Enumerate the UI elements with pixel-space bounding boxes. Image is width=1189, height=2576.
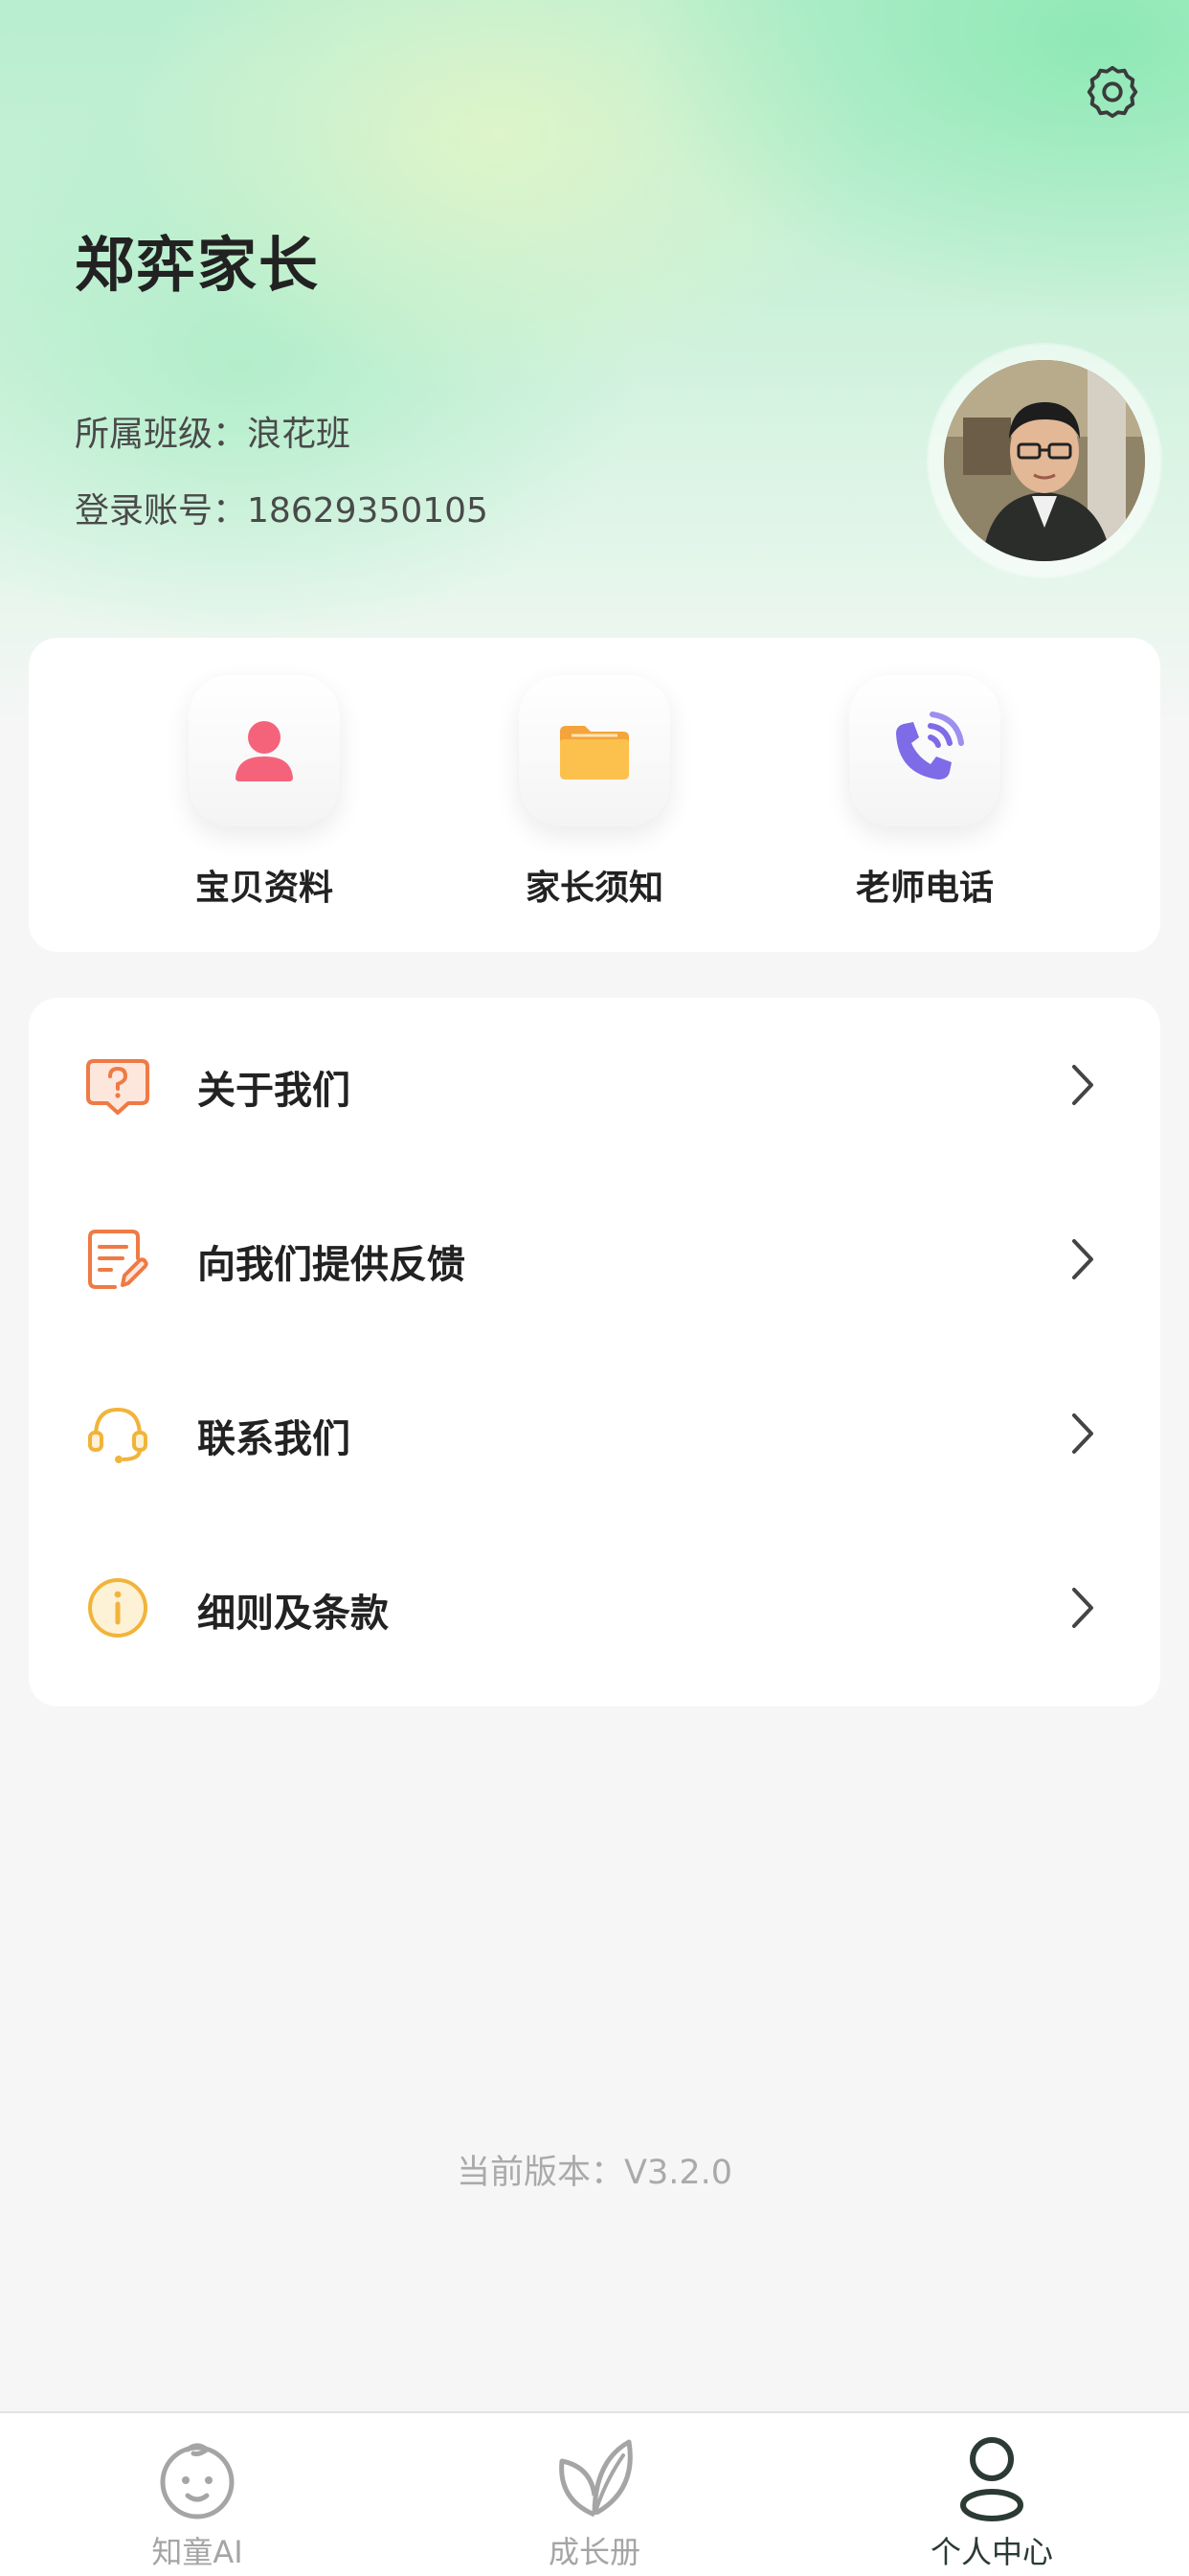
quick-action-baby-profile[interactable]: 宝贝资料: [121, 674, 408, 923]
tab-zhitong-ai[interactable]: 知童AI: [54, 2413, 341, 2576]
menu-card: 关于我们 向我们提供反馈 联系我们 细则及条款: [29, 998, 1160, 1706]
leaf-icon: [559, 2439, 633, 2518]
version-text: 当前版本：V3.2.0: [457, 2154, 732, 2192]
avatar[interactable]: [929, 345, 1160, 576]
edit-document-icon: [88, 1230, 148, 1289]
account-value: 18629350105: [247, 491, 488, 531]
menu-item-terms[interactable]: 细则及条款: [29, 1521, 1160, 1695]
quick-icon-box: [848, 674, 1001, 827]
account-info: 登录账号：18629350105: [75, 483, 488, 532]
menu-item-label: 联系我们: [197, 1417, 350, 1461]
menu-item-contact-us[interactable]: 联系我们: [29, 1346, 1160, 1521]
chevron-right-icon: [1072, 1065, 1093, 1105]
menu-item-about-us[interactable]: 关于我们: [29, 998, 1160, 1172]
menu-item-feedback[interactable]: 向我们提供反馈: [29, 1172, 1160, 1346]
user-name: 郑弈家长: [75, 230, 321, 300]
headset-icon: [88, 1407, 147, 1463]
quick-action-parent-notice[interactable]: 家长须知: [451, 674, 738, 923]
class-label: 所属班级：: [75, 415, 248, 454]
person-icon: [236, 721, 293, 781]
avatar-photo: [944, 360, 1145, 561]
bottom-tab-bar: 知童AI 成长册 个人中心: [0, 2411, 1189, 2576]
person-outline-icon: [960, 2437, 1023, 2521]
quick-action-label: 宝贝资料: [194, 869, 333, 908]
chevron-right-icon: [1072, 1239, 1093, 1279]
class-value: 浪花班: [247, 415, 351, 454]
account-label: 登录账号：: [75, 491, 248, 531]
tab-growth-album[interactable]: 成长册: [451, 2413, 738, 2576]
tab-label: 成长册: [548, 2534, 640, 2570]
info-icon: [88, 1578, 147, 1638]
tab-personal-center[interactable]: 个人中心: [848, 2413, 1135, 2576]
menu-item-label: 向我们提供反馈: [197, 1243, 465, 1287]
quick-actions-card: 宝贝资料 家长须知 老师电话: [29, 638, 1160, 952]
quick-action-teacher-phone[interactable]: 老师电话: [781, 674, 1068, 923]
tab-label: 个人中心: [930, 2534, 1053, 2570]
baby-face-icon: [160, 2443, 235, 2520]
question-bubble-icon: [86, 1059, 149, 1115]
chevron-right-icon: [1072, 1588, 1093, 1628]
class-info: 所属班级：浪花班: [75, 406, 350, 456]
folder-icon: [560, 726, 629, 780]
phone-icon: [896, 712, 964, 780]
quick-action-label: 老师电话: [855, 869, 994, 908]
gear-icon: [1087, 65, 1138, 119]
quick-icon-box: [188, 674, 341, 827]
settings-button[interactable]: [1082, 61, 1143, 123]
menu-item-label: 关于我们: [197, 1069, 350, 1113]
menu-item-label: 细则及条款: [197, 1592, 389, 1636]
tab-label: 知童AI: [151, 2534, 243, 2570]
chevron-right-icon: [1072, 1413, 1093, 1454]
quick-icon-box: [518, 674, 671, 827]
quick-action-label: 家长须知: [525, 869, 663, 908]
